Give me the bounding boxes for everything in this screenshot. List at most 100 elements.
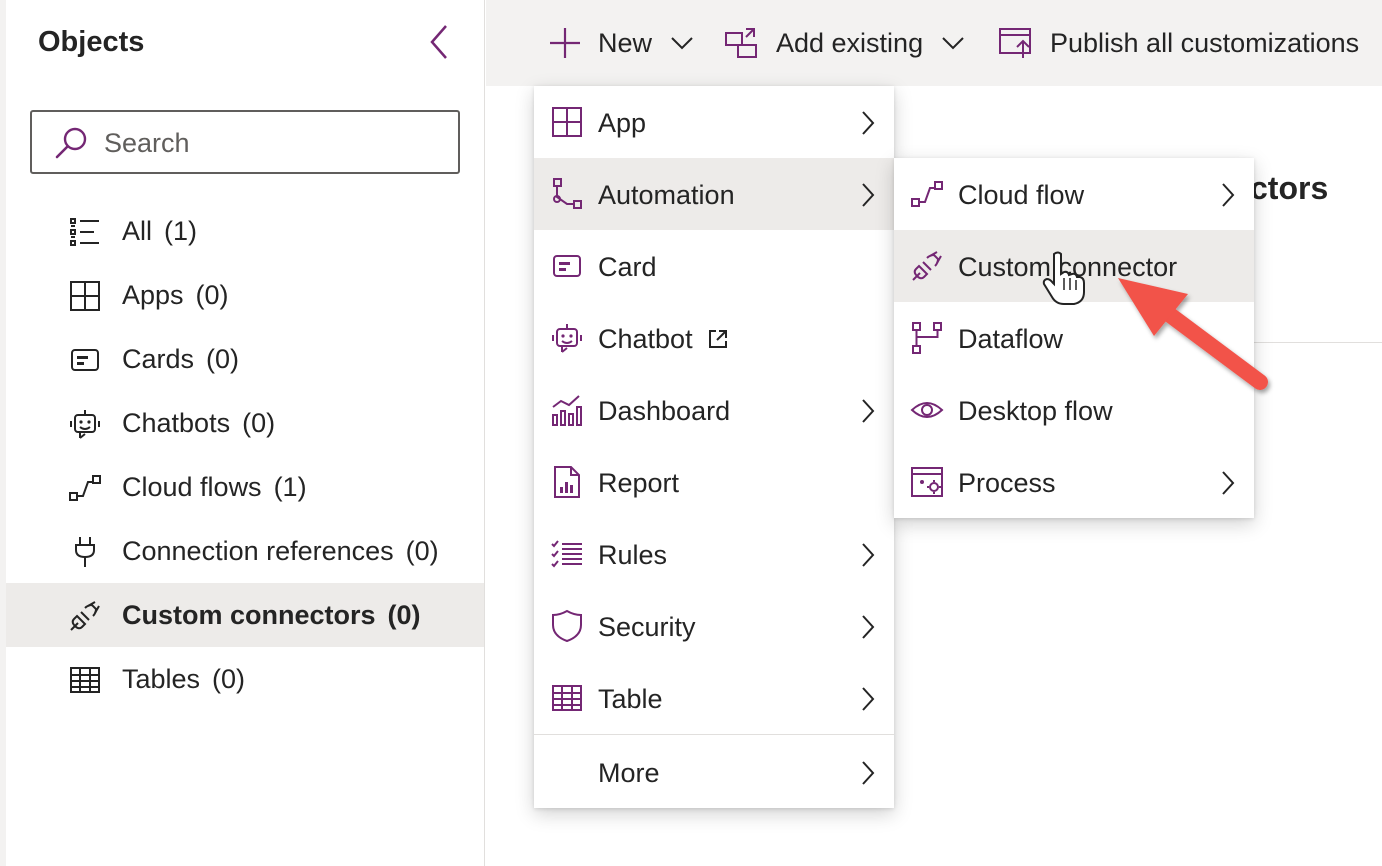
new-button[interactable]: New: [548, 0, 694, 86]
connector-icon: [70, 601, 100, 631]
heading-text: ctors: [1250, 170, 1329, 206]
hand-cursor-icon: [1042, 251, 1085, 305]
object-label: Cloud flows: [122, 471, 262, 502]
object-item-tables[interactable]: Tables (0): [6, 647, 484, 711]
process-icon: [911, 467, 943, 497]
object-label: Custom connectors: [122, 599, 376, 630]
object-count: (1): [273, 471, 307, 502]
object-item-all[interactable]: All (1): [6, 199, 484, 263]
object-label: Chatbots: [122, 407, 231, 438]
menu-item-label: Automation: [598, 180, 735, 210]
list-icon: [70, 218, 99, 246]
menu-item-label: Chatbot: [598, 324, 693, 354]
publish-label: Publish all customizations: [1050, 27, 1360, 58]
cloud-flow-icon: [911, 181, 943, 207]
collapse-panel-button[interactable]: [424, 22, 454, 62]
object-label: Cards: [122, 343, 195, 374]
connector-icon: [912, 251, 942, 281]
object-count: (0): [405, 535, 439, 566]
menu-item-label: App: [598, 108, 647, 138]
menu-divider: [534, 734, 894, 735]
menu-item-label-wrap: Chatbot: [598, 324, 729, 355]
dashboard-icon: [552, 395, 582, 426]
apps-icon: [70, 281, 100, 311]
object-label: Apps: [122, 279, 184, 310]
plus-icon: [550, 28, 580, 58]
annotation-arrow-icon: [1118, 278, 1268, 390]
object-item-custom-connectors[interactable]: Custom connectors (0): [6, 583, 484, 647]
menu-item-report[interactable]: Report: [534, 446, 894, 518]
objects-panel: Objects All (1) Apps (0) Cards (0) Chatbots…: [6, 0, 485, 866]
menu-item-app[interactable]: App: [534, 86, 894, 158]
menu-item-label: Rules: [598, 540, 668, 570]
object-label: Tables: [122, 663, 201, 694]
search-input[interactable]: [104, 124, 444, 162]
object-item-connection-references[interactable]: Connection references (0): [6, 519, 484, 583]
object-label: All: [122, 215, 153, 246]
submenu-item-process[interactable]: Process: [894, 446, 1254, 518]
eye-icon: [910, 402, 944, 418]
menu-item-more[interactable]: More: [534, 736, 894, 808]
object-count: (1): [164, 215, 198, 246]
add-existing-icon: [725, 28, 757, 58]
menu-item-rules[interactable]: Rules: [534, 518, 894, 590]
chevron-right-icon: [862, 111, 875, 135]
add-existing-label: Add existing: [776, 27, 924, 58]
dataflow-icon: [912, 322, 942, 354]
object-count: (0): [242, 407, 276, 438]
chevron-right-icon: [862, 543, 875, 567]
publish-all-button[interactable]: Publish all customizations: [998, 0, 1359, 86]
menu-item-table[interactable]: Table: [534, 662, 894, 734]
chevron-down-icon: [671, 37, 693, 50]
chevron-right-icon: [862, 687, 875, 711]
new-label: New: [598, 27, 653, 58]
object-label: Connection references: [122, 535, 394, 566]
object-count: (0): [387, 599, 421, 630]
menu-item-label: Dashboard: [598, 396, 731, 426]
page-heading: ctors: [1250, 170, 1328, 207]
card-icon: [71, 349, 99, 371]
chatbot-icon: [552, 324, 582, 353]
chevron-right-icon: [862, 615, 875, 639]
submenu-item-label: Process: [958, 468, 1056, 498]
object-item-cloud-flows[interactable]: Cloud flows (1): [6, 455, 484, 519]
object-item-chatbots[interactable]: Chatbots (0): [6, 391, 484, 455]
chevron-left-icon: [430, 25, 447, 59]
menu-item-card[interactable]: Card: [534, 230, 894, 302]
object-count: (0): [195, 279, 229, 310]
chevron-right-icon: [862, 183, 875, 207]
external-link-icon: [708, 330, 727, 348]
shield-icon: [552, 609, 582, 643]
search-field[interactable]: [30, 110, 460, 174]
app-icon: [552, 107, 582, 137]
submenu-item-label: Desktop flow: [958, 396, 1113, 426]
table-icon: [552, 685, 582, 711]
card-icon: [553, 255, 581, 277]
submenu-item-label: Dataflow: [958, 324, 1064, 354]
menu-item-automation[interactable]: Automation: [534, 158, 894, 230]
object-item-cards[interactable]: Cards (0): [6, 327, 484, 391]
command-bar: New Add existing Publish all customizati…: [486, 0, 1382, 86]
menu-item-label: Card: [598, 252, 657, 282]
add-existing-button[interactable]: Add existing: [724, 0, 965, 86]
cloud-flow-icon: [69, 475, 101, 501]
chevron-right-icon: [862, 399, 875, 423]
object-item-apps[interactable]: Apps (0): [6, 263, 484, 327]
submenu-item-cloud-flow[interactable]: Cloud flow: [894, 158, 1254, 230]
menu-item-label: Security: [598, 612, 696, 642]
report-icon: [554, 466, 580, 498]
panel-title: Objects: [38, 26, 145, 58]
table-icon: [70, 667, 100, 693]
menu-item-chatbot[interactable]: Chatbot: [534, 302, 894, 374]
chevron-down-icon: [942, 37, 964, 50]
chatbot-icon: [70, 410, 100, 439]
menu-item-label: More: [598, 758, 660, 788]
menu-item-security[interactable]: Security: [534, 590, 894, 662]
submenu-item-label: Cloud flow: [958, 180, 1085, 210]
publish-icon: [999, 28, 1031, 58]
object-count: (0): [212, 663, 246, 694]
automation-icon: [553, 178, 582, 209]
menu-item-dashboard[interactable]: Dashboard: [534, 374, 894, 446]
chevron-right-icon: [1222, 471, 1235, 495]
menu-item-label: Report: [598, 468, 680, 498]
